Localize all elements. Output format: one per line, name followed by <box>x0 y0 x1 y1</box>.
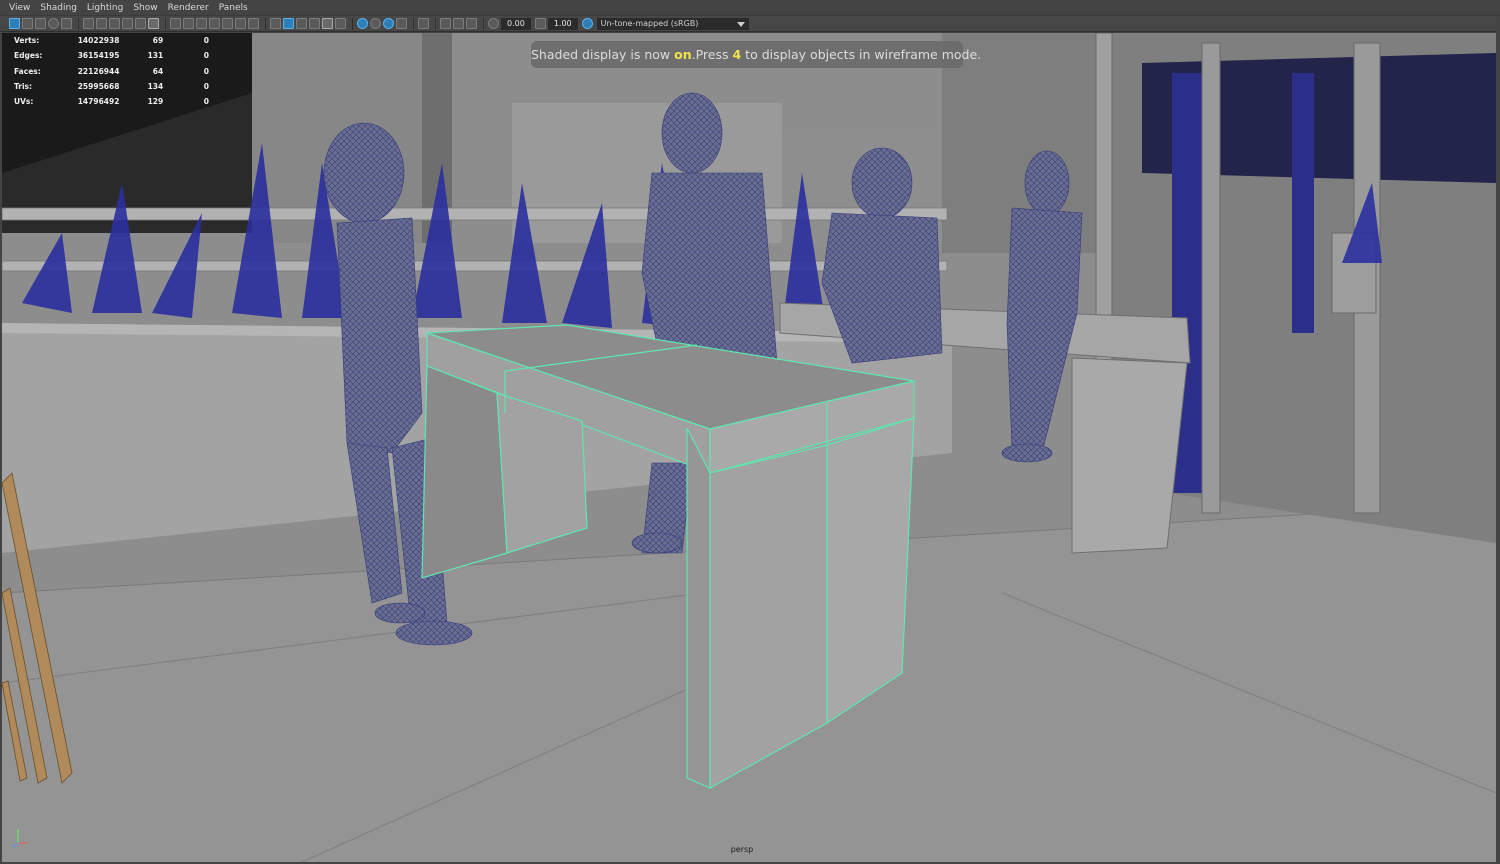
screen-space-ao-icon[interactable] <box>370 18 381 29</box>
scene-render <box>2 33 1496 862</box>
stats-selected: 69 <box>152 36 164 46</box>
grease-pencil-icon[interactable] <box>83 18 94 29</box>
wireframe-on-shaded-icon[interactable] <box>309 18 320 29</box>
smooth-shade-icon[interactable] <box>283 18 294 29</box>
gamma-field[interactable]: 1.00 <box>547 17 578 30</box>
backface-culling-icon[interactable] <box>466 18 477 29</box>
grid-icon[interactable] <box>170 18 181 29</box>
color-management-icon[interactable] <box>581 18 593 29</box>
xray-active-icon[interactable] <box>453 18 464 29</box>
stats-row: Verts: 14022938 69 0 <box>4 33 209 48</box>
motion-blur-icon[interactable] <box>383 18 394 29</box>
exposure-icon[interactable] <box>488 18 499 29</box>
stats-components: 0 <box>203 51 209 61</box>
poly-count-hud: Verts: 14022938 69 0 Edges: 36154195 131… <box>4 33 209 109</box>
message-key: 4 <box>732 47 742 62</box>
perspective-viewport[interactable]: Verts: 14022938 69 0 Edges: 36154195 131… <box>2 33 1496 862</box>
message-text: .Press <box>691 47 733 62</box>
message-text: Shaded display is now <box>531 47 675 62</box>
stats-selected: 129 <box>147 97 164 107</box>
message-text: to display objects in wireframe mode. <box>741 47 982 62</box>
xray-icon[interactable] <box>222 18 233 29</box>
panel-border <box>1496 16 1500 864</box>
film-pivot-icon[interactable] <box>248 18 259 29</box>
camera-lock-icon[interactable] <box>96 18 107 29</box>
stats-label: Verts: <box>14 36 40 46</box>
stats-total: 36154195 <box>77 51 120 61</box>
exposure-field[interactable]: 0.00 <box>501 17 531 30</box>
stats-row: Edges: 36154195 131 0 <box>4 48 209 63</box>
chevron-down-icon <box>736 21 745 27</box>
panel-toolbar: 0.00 1.00 Un-tone-mapped (sRGB) <box>0 16 1500 32</box>
gate-mask-icon[interactable] <box>135 18 146 29</box>
toolbar-separator <box>352 17 353 30</box>
view-transform-label: Un-tone-mapped (sRGB) <box>600 18 699 28</box>
image-plane-icon[interactable] <box>48 18 59 29</box>
menu-shading[interactable]: Shading <box>40 0 77 16</box>
camera-name-label: persp <box>730 845 754 854</box>
2d-pan-zoom-icon[interactable] <box>61 18 72 29</box>
toolbar-separator <box>435 17 436 30</box>
stats-label: UVs: <box>14 97 34 107</box>
toolbar-separator <box>483 17 484 30</box>
toolbar-separator <box>265 17 266 30</box>
message-state: on <box>674 47 692 62</box>
camera-attributes-icon[interactable] <box>22 18 33 29</box>
safe-title-icon[interactable] <box>196 18 207 29</box>
stats-row: UVs: 14796492 129 0 <box>4 94 209 109</box>
hud-icon[interactable] <box>209 18 220 29</box>
toolbar-separator <box>78 17 79 30</box>
multisample-aa-icon[interactable] <box>396 18 407 29</box>
stats-selected: 134 <box>147 82 164 92</box>
menu-show[interactable]: Show <box>133 0 157 16</box>
stats-label: Edges: <box>14 51 43 61</box>
isolate-select-icon[interactable] <box>235 18 246 29</box>
in-view-message: Shaded display is now on.Press 4 to disp… <box>531 41 981 68</box>
default-material-icon[interactable] <box>296 18 307 29</box>
stats-total: 22126944 <box>77 66 120 76</box>
stats-components: 0 <box>203 97 209 107</box>
film-gate-icon[interactable] <box>109 18 120 29</box>
select-camera-icon[interactable] <box>9 18 20 29</box>
stats-total: 14796492 <box>77 97 120 107</box>
bookmarks-icon[interactable] <box>35 18 46 29</box>
shadows-icon[interactable] <box>357 18 368 29</box>
menu-panels[interactable]: Panels <box>219 0 248 16</box>
stats-label: Faces: <box>14 66 41 76</box>
textured-icon[interactable] <box>322 18 333 29</box>
view-axis-icon <box>12 829 28 848</box>
stats-selected: 131 <box>147 51 164 61</box>
menu-lighting[interactable]: Lighting <box>87 0 123 16</box>
use-all-lights-icon[interactable] <box>335 18 346 29</box>
safe-action-icon[interactable] <box>183 18 194 29</box>
menu-view[interactable]: View <box>9 0 30 16</box>
toolbar-separator <box>165 17 166 30</box>
menu-renderer[interactable]: Renderer <box>168 0 209 16</box>
xray-joints-icon[interactable] <box>440 18 451 29</box>
stats-row: Faces: 22126944 64 0 <box>4 64 209 79</box>
view-transform-dropdown[interactable]: Un-tone-mapped (sRGB) <box>596 17 749 30</box>
stats-selected: 64 <box>152 66 164 76</box>
toolbar-separator <box>413 17 414 30</box>
stats-row: Tris: 25995668 134 0 <box>4 79 209 94</box>
wireframe-icon[interactable] <box>270 18 281 29</box>
stats-components: 0 <box>203 82 209 92</box>
isolate-view-icon[interactable] <box>418 18 429 29</box>
stats-total: 14022938 <box>77 36 120 46</box>
gamma-icon[interactable] <box>534 18 546 29</box>
stats-components: 0 <box>203 66 209 76</box>
resolution-gate-icon[interactable] <box>122 18 133 29</box>
field-chart-icon[interactable] <box>148 18 159 29</box>
panel-menu-bar: View Shading Lighting Show Renderer Pane… <box>0 0 1500 16</box>
stats-components: 0 <box>203 36 209 46</box>
stats-label: Tris: <box>14 82 33 92</box>
stats-total: 25995668 <box>77 82 120 92</box>
